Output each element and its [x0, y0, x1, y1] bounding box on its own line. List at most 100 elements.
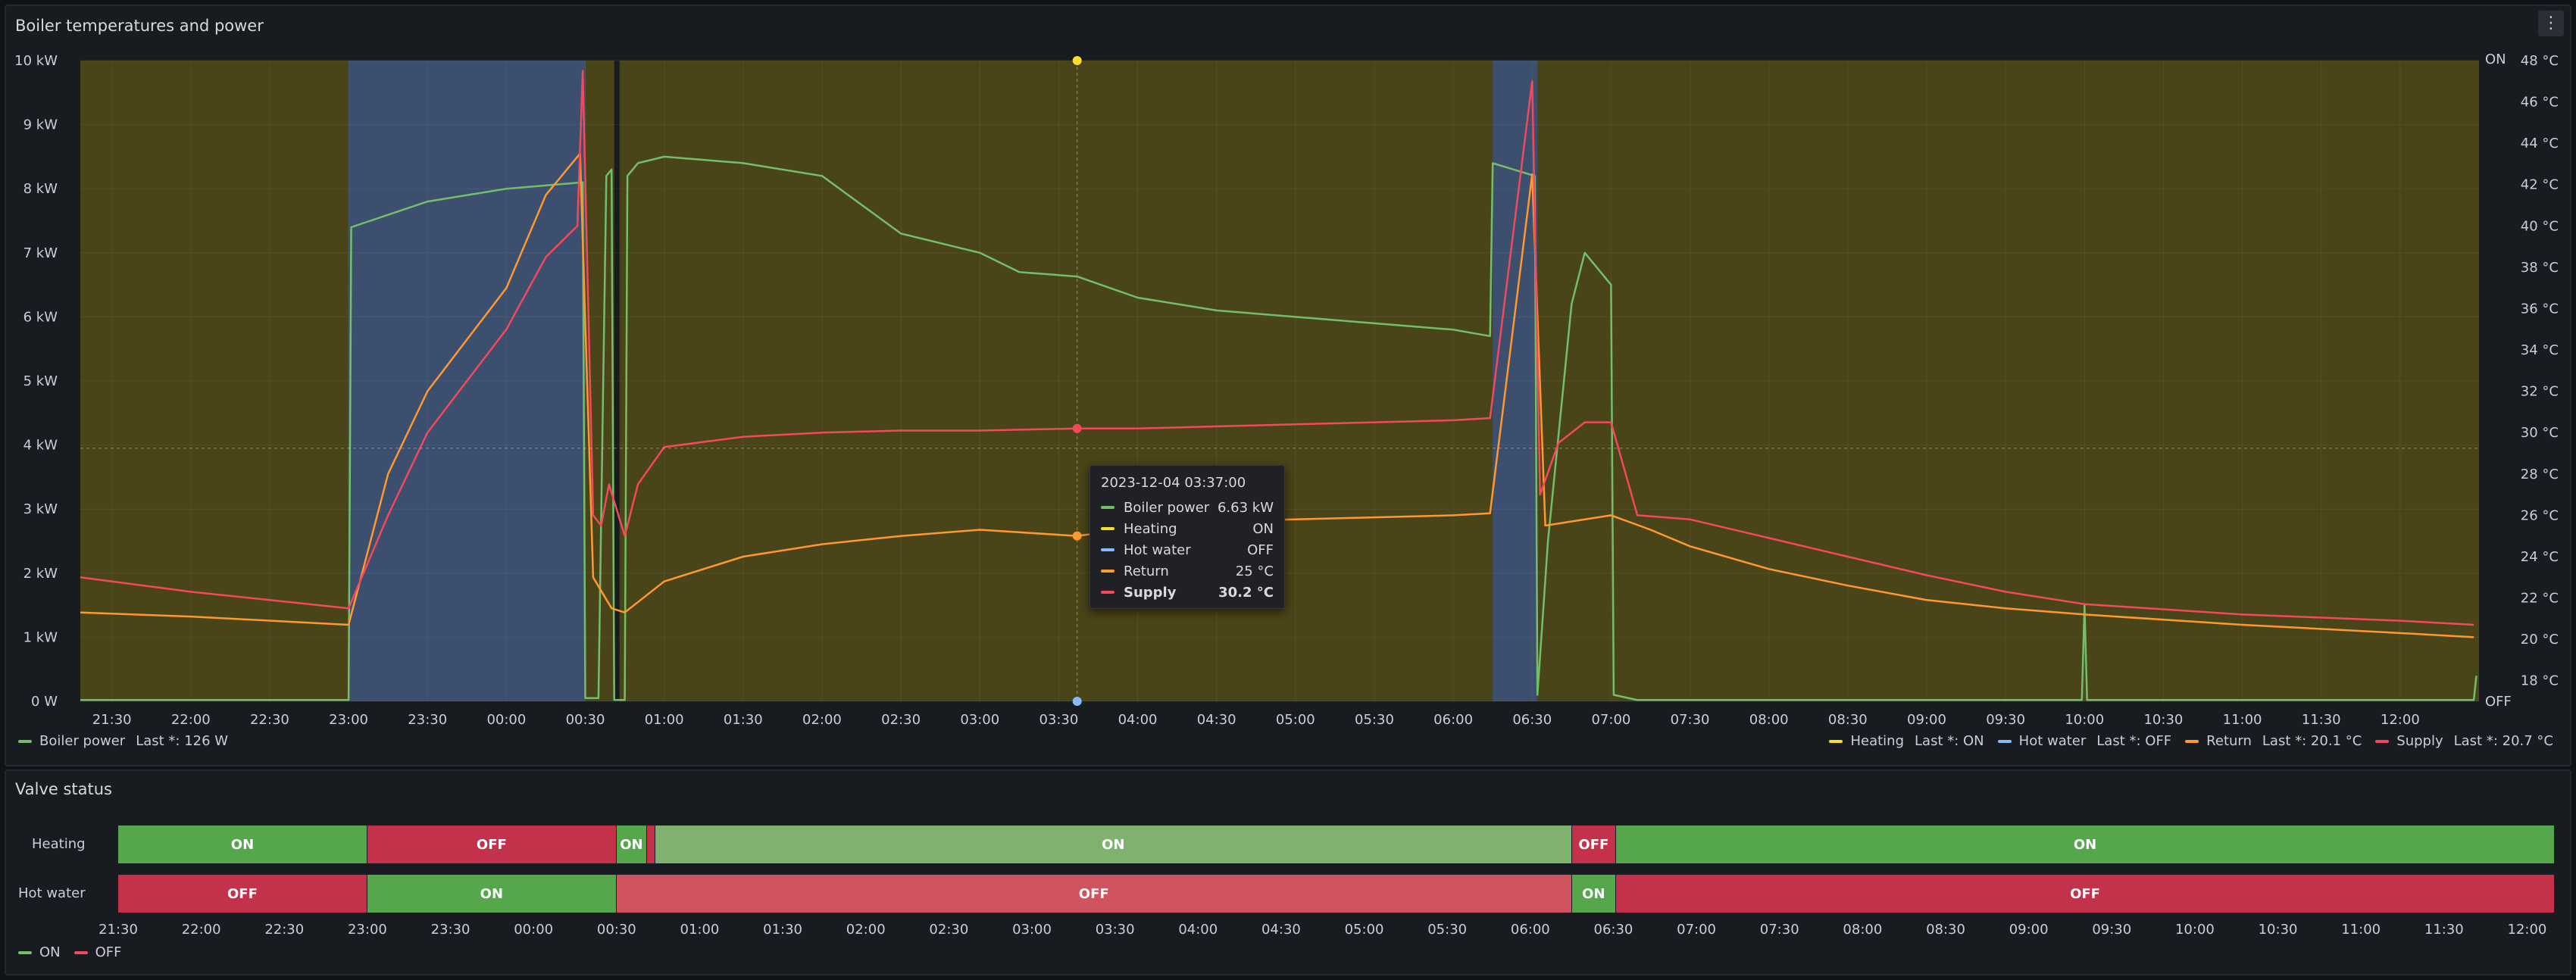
y-left-tick-label: 7 kW [23, 245, 58, 261]
x-tick-label: 07:00 [1591, 712, 1630, 728]
valve-x-tick-label: 06:30 [1593, 922, 1633, 938]
valve-segment-on[interactable]: ON [1616, 826, 2555, 863]
y-left-tick-label: 0 W [31, 694, 58, 710]
valve-x-tick-label: 09:00 [2009, 922, 2049, 938]
x-tick-label: 04:00 [1118, 712, 1158, 728]
y-left-tick-label: 5 kW [23, 373, 58, 389]
valve-segment-on[interactable]: ON [616, 826, 647, 863]
y-left-tick-label: 3 kW [23, 501, 58, 517]
tooltip-series-name: Supply [1124, 584, 1177, 601]
valve-x-tick-label: 00:00 [514, 922, 554, 938]
y-right-tick-label: 38 °C [2521, 260, 2559, 276]
legend-swatch [73, 950, 88, 954]
valve-x-tick-label: 00:30 [596, 922, 636, 938]
state-axis-on-label: ON [2485, 51, 2506, 67]
tooltip-series-value: 30.2 °C [1218, 584, 1274, 601]
valve-x-tick-label: 03:00 [1012, 922, 1052, 938]
y-right-tick-label: 26 °C [2521, 507, 2559, 523]
boiler-chart[interactable]: 0 W 1 kW 2 kW 3 kW 4 kW 5 kW 6 kW 7 kW 8 kW 9 kW 1… [0, 0, 2576, 765]
legend-item-boiler-power[interactable]: Boiler power Last *: 126 W [18, 733, 228, 749]
valve-x-tick-label: 04:30 [1261, 922, 1301, 938]
valve-segment-off[interactable]: OFF [1571, 826, 1617, 863]
x-tick-label: 00:00 [486, 712, 526, 728]
y-right-tick-label: 46 °C [2521, 95, 2559, 111]
tooltip-series-name: Boiler power [1124, 499, 1210, 516]
valve-x-tick-label: 23:30 [430, 922, 470, 938]
tooltip-row-hot-water: Hot water OFF [1101, 539, 1274, 560]
cursor-point-supply [1072, 423, 1082, 433]
tooltip-row-boiler-power: Boiler power 6.63 kW [1101, 497, 1274, 518]
x-tick-label: 08:30 [1828, 712, 1868, 728]
legend-right: Heating Last *: ON Hot water Last *: OFF… [1829, 733, 2553, 749]
valve-segment-on[interactable]: ON [655, 826, 1572, 863]
y-right-tick-label: 48 °C [2521, 53, 2559, 69]
legend-swatch [1997, 739, 2012, 743]
legend-swatch [18, 739, 32, 743]
x-tick-label: 05:30 [1355, 712, 1394, 728]
y-left-tick-label: 4 kW [23, 438, 58, 454]
x-tick-label: 21:30 [92, 712, 132, 728]
valve-x-tick-label: 22:00 [181, 922, 221, 938]
tooltip-row-return: Return 25 °C [1101, 560, 1274, 582]
valve-segment-on[interactable]: ON [367, 875, 617, 913]
valve-legend-item-off[interactable]: OFF [73, 944, 122, 960]
tooltip-series-value: OFF [1247, 541, 1274, 558]
valve-segment-on[interactable]: ON [1571, 875, 1617, 913]
legend-item-supply[interactable]: Supply Last *: 20.7 °C [2375, 733, 2553, 749]
valve-row-label-heating: Heating [32, 836, 86, 852]
legend-label: OFF [95, 944, 122, 960]
y-left-tick-label: 6 kW [23, 309, 58, 325]
valve-x-tick-label: 01:30 [763, 922, 803, 938]
y-right-tick-label: 32 °C [2521, 384, 2559, 400]
y-left-tick-label: 9 kW [23, 117, 58, 133]
valve-segment-on[interactable]: ON [118, 826, 367, 863]
tooltip-row-heating: Heating ON [1101, 518, 1274, 539]
valve-segment-off[interactable]: OFF [616, 875, 1572, 913]
cursor-point-hot-water [1072, 697, 1082, 706]
valve-segment-off[interactable]: OFF [1616, 875, 2555, 913]
legend-item-hot-water[interactable]: Hot water Last *: OFF [1997, 733, 2172, 749]
valve-x-tick-label: 01:00 [680, 922, 720, 938]
legend-label: Heating [1850, 733, 1905, 749]
legend-label: Hot water [2018, 733, 2087, 749]
y-left-tick-label: 2 kW [23, 566, 58, 582]
valve-segment-off[interactable]: OFF [367, 826, 617, 863]
valve-x-tick-label: 05:30 [1427, 922, 1468, 938]
legend-swatch [2185, 739, 2199, 743]
x-tick-label: 10:30 [2143, 712, 2183, 728]
y-right-tick-label: 24 °C [2521, 549, 2559, 565]
tooltip-swatch [1101, 527, 1114, 530]
valve-x-tick-label: 10:30 [2258, 922, 2298, 938]
tooltip-swatch [1101, 506, 1114, 509]
valve-legend-item-on[interactable]: ON [18, 944, 61, 960]
y-left-tick-label: 1 kW [23, 629, 58, 645]
y-left-tick-label: 8 kW [23, 181, 58, 197]
legend-item-return[interactable]: Return Last *: 20.1 °C [2185, 733, 2362, 749]
valve-segment-off[interactable] [647, 826, 655, 863]
x-tick-label: 10:00 [2065, 712, 2104, 728]
tooltip-swatch [1101, 570, 1114, 573]
valve-x-tick-label: 09:30 [2092, 922, 2132, 938]
legend-item-heating[interactable]: Heating Last *: ON [1829, 733, 1984, 749]
valve-status-panel: Valve status [5, 769, 2571, 975]
x-tick-label: 05:00 [1276, 712, 1315, 728]
tooltip-series-name: Return [1124, 563, 1169, 579]
legend-label: Return [2206, 733, 2252, 749]
legend-swatch [18, 950, 32, 954]
x-tick-label: 06:00 [1433, 712, 1473, 728]
legend-last-value: Last *: OFF [2096, 733, 2172, 749]
x-tick-label: 23:00 [329, 712, 368, 728]
legend-label: ON [39, 944, 61, 960]
y-right-tick-label: 22 °C [2521, 591, 2559, 607]
valve-x-tick-label: 02:30 [929, 922, 969, 938]
legend-label: Boiler power [39, 733, 126, 749]
x-tick-label: 03:00 [960, 712, 999, 728]
x-tick-label: 09:30 [1986, 712, 2025, 728]
valve-x-tick-label: 10:00 [2174, 922, 2215, 938]
x-tick-label: 07:30 [1671, 712, 1710, 728]
y-right-tick-label: 18 °C [2521, 673, 2559, 689]
x-tick-label: 00:30 [566, 712, 605, 728]
valve-segment-off[interactable]: OFF [118, 875, 367, 913]
valve-x-tick-label: 21:30 [98, 922, 138, 938]
x-tick-label: 01:30 [724, 712, 763, 728]
